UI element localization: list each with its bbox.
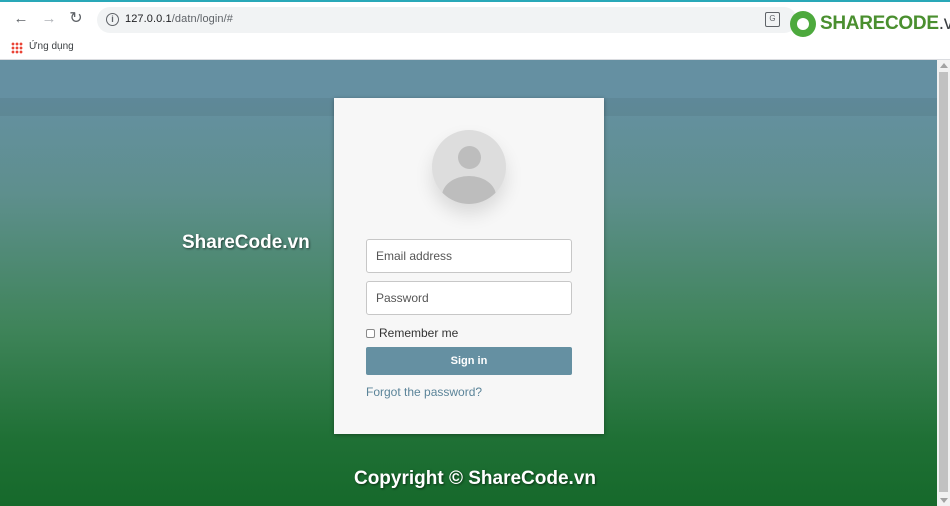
url-text[interactable]: 127.0.0.1/datn/login/# — [125, 13, 233, 25]
scroll-down-arrow-icon[interactable] — [940, 498, 948, 503]
password-field[interactable] — [366, 281, 572, 315]
remember-me-row[interactable]: Remember me — [366, 326, 458, 340]
scroll-up-arrow-icon[interactable] — [940, 63, 948, 68]
scroll-thumb[interactable] — [939, 72, 948, 492]
forgot-password-link[interactable]: Forgot the password? — [366, 385, 482, 399]
sharecode-logo-icon — [790, 11, 816, 37]
back-arrow-icon[interactable]: ← — [12, 10, 30, 28]
login-page: ShareCode.vn Remember me Sign in Forgot … — [0, 60, 937, 506]
tab-strip-accent — [0, 0, 950, 2]
vertical-scrollbar[interactable] — [937, 60, 950, 506]
url-host: 127.0.0.1 — [125, 13, 172, 25]
bookmarks-bar: Ứng dụng — [0, 38, 950, 60]
watermark-text: ShareCode.vn — [182, 232, 310, 253]
sharecode-logo-text: SHARECODE.vn — [820, 13, 950, 34]
copyright-text: Copyright © ShareCode.vn — [353, 468, 597, 489]
login-card: Remember me Sign in Forgot the password? — [334, 98, 604, 434]
remember-me-checkbox[interactable] — [366, 328, 375, 338]
bookmark-apps[interactable]: Ứng dụng — [29, 41, 74, 52]
sign-in-button[interactable]: Sign in — [366, 347, 572, 375]
avatar-body — [442, 176, 496, 204]
avatar-head — [458, 146, 481, 169]
url-path: /datn/login/# — [171, 13, 234, 25]
browser-toolbar: ← → ↻ i 127.0.0.1/datn/login/# G SHARECO… — [0, 0, 950, 38]
apps-grid-icon[interactable] — [11, 42, 23, 54]
address-bar[interactable]: i 127.0.0.1/datn/login/# G — [97, 7, 797, 33]
translate-icon[interactable]: G — [765, 12, 780, 27]
remember-me-label[interactable]: Remember me — [379, 326, 458, 340]
info-icon[interactable]: i — [106, 13, 119, 26]
reload-icon[interactable]: ↻ — [67, 10, 85, 28]
forward-arrow-icon[interactable]: → — [40, 10, 58, 28]
email-field[interactable] — [366, 239, 572, 273]
user-avatar-icon — [432, 130, 506, 204]
